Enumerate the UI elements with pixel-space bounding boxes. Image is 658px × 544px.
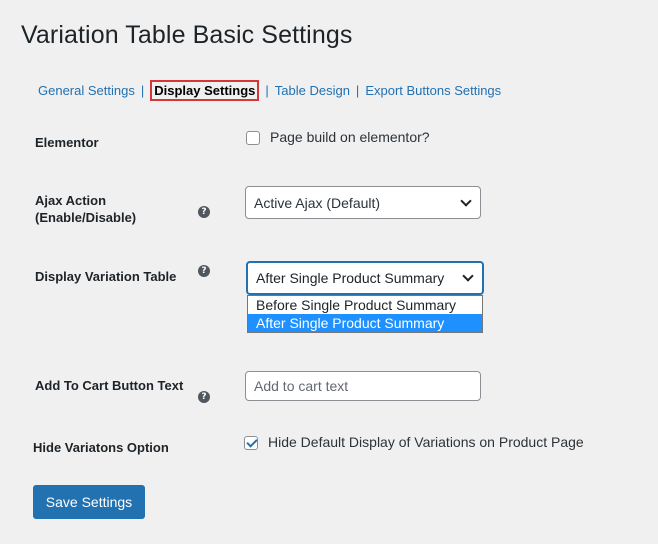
add-to-cart-label: Add To Cart Button Text bbox=[35, 378, 184, 393]
page-title: Variation Table Basic Settings bbox=[21, 21, 353, 49]
elementor-label: Elementor bbox=[35, 135, 99, 150]
hide-variations-checkbox[interactable] bbox=[244, 436, 258, 450]
ajax-action-select[interactable]: Active Ajax (Default) bbox=[245, 186, 481, 219]
ajax-action-label-line2: (Enable/Disable) bbox=[35, 210, 137, 225]
ajax-action-selected-value: Active Ajax (Default) bbox=[254, 194, 381, 211]
tab-table-design[interactable]: Table Design bbox=[275, 83, 350, 98]
settings-tabs: General Settings | Display Settings | Ta… bbox=[38, 80, 501, 101]
save-settings-button[interactable]: Save Settings bbox=[33, 485, 145, 519]
display-variation-table-label: Display Variation Table bbox=[35, 269, 177, 284]
help-icon[interactable]: ? bbox=[198, 391, 210, 403]
tab-display-settings[interactable]: Display Settings bbox=[150, 80, 260, 101]
chevron-down-icon bbox=[462, 270, 474, 282]
ajax-action-label: Ajax Action (Enable/Disable) bbox=[35, 192, 136, 226]
tab-export-buttons-settings[interactable]: Export Buttons Settings bbox=[365, 83, 501, 98]
hide-variations-label: Hide Variatons Option bbox=[33, 440, 169, 455]
display-variation-table-select[interactable]: After Single Product Summary bbox=[246, 261, 484, 295]
dropdown-option-after[interactable]: After Single Product Summary bbox=[248, 314, 482, 332]
chevron-down-icon bbox=[460, 194, 472, 207]
ajax-action-label-line1: Ajax Action bbox=[35, 193, 107, 208]
elementor-checkbox-label: Page build on elementor? bbox=[270, 129, 430, 145]
tab-separator: | bbox=[355, 83, 360, 98]
elementor-checkbox[interactable] bbox=[246, 131, 260, 145]
hide-variations-checkbox-label: Hide Default Display of Variations on Pr… bbox=[268, 434, 584, 450]
tab-separator: | bbox=[265, 83, 269, 98]
dropdown-option-before[interactable]: Before Single Product Summary bbox=[248, 296, 482, 314]
help-icon[interactable]: ? bbox=[198, 265, 210, 277]
tab-separator: | bbox=[140, 83, 145, 98]
display-variation-table-selected-value: After Single Product Summary bbox=[256, 270, 445, 286]
tab-general-settings[interactable]: General Settings bbox=[38, 83, 135, 98]
display-variation-table-options: Before Single Product Summary After Sing… bbox=[247, 295, 483, 333]
add-to-cart-text-input[interactable] bbox=[245, 371, 481, 401]
help-icon[interactable]: ? bbox=[198, 206, 210, 218]
